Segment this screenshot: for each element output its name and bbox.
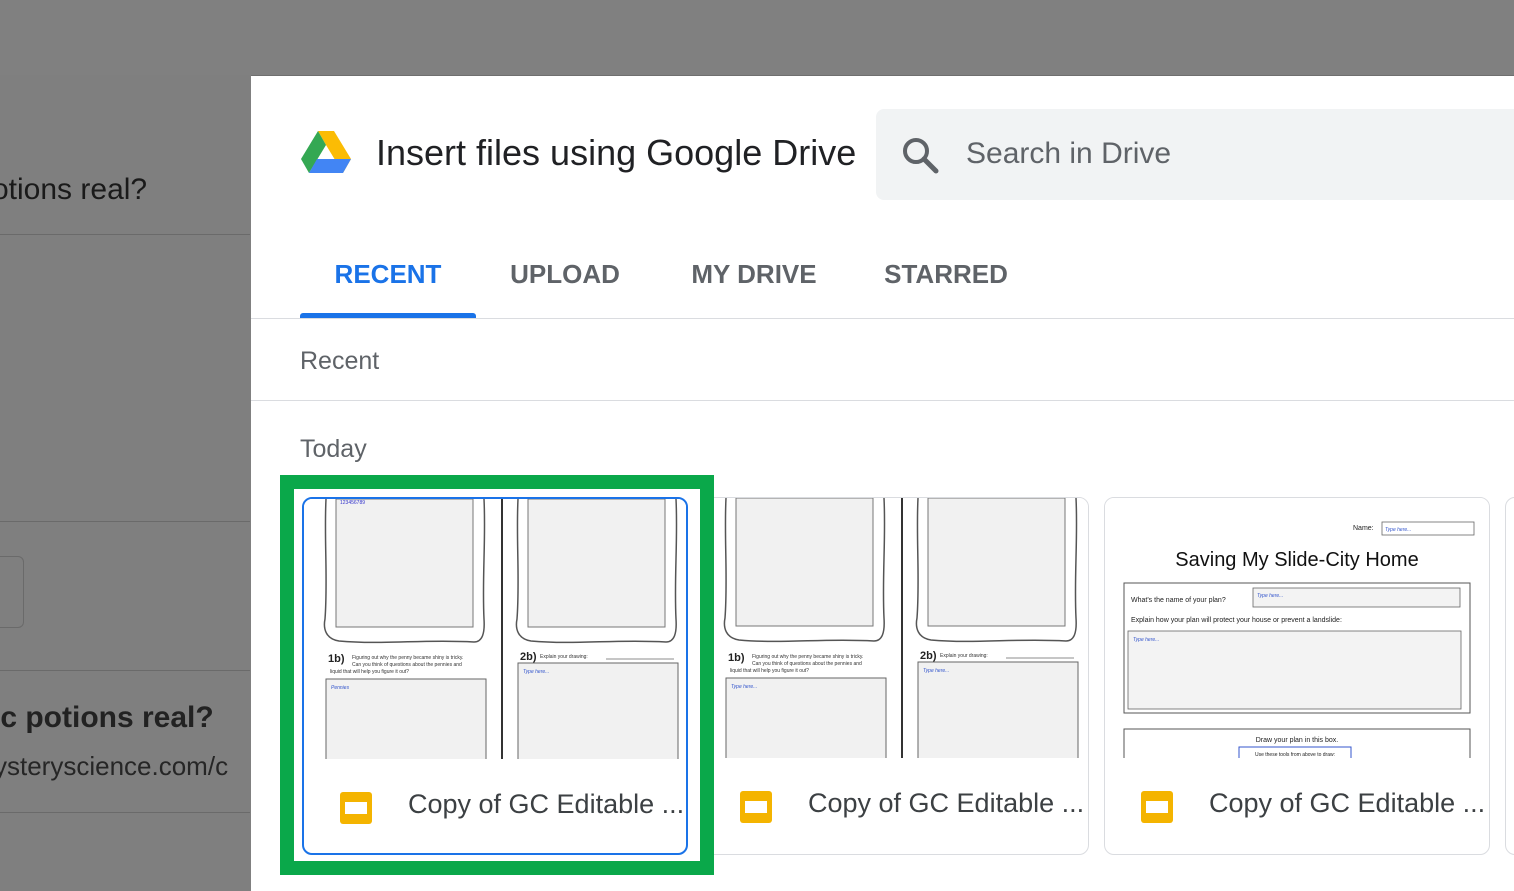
background-url: ysteryscience.com/c [0, 751, 229, 781]
file-card-3[interactable]: Name: Type here... Saving My Slide-City … [1104, 497, 1490, 855]
file-name: Copy of GC Editable ... [1209, 788, 1486, 818]
tab-upload[interactable]: UPLOAD [476, 246, 654, 318]
thumb-q1-line-2: Can you think of questions about the pen… [352, 662, 462, 668]
drive-picker-dialog: Insert files using Google Drive RECENT U… [251, 75, 1514, 891]
google-slides-icon [340, 792, 372, 824]
tabs-divider [251, 318, 1514, 319]
tab-starred[interactable]: STARRED [854, 246, 1038, 318]
search-icon[interactable] [900, 135, 940, 175]
thumb-q1-line-1: Figuring out why the penny became shiny … [352, 655, 463, 661]
thumb-q1-number: 1b) [728, 652, 745, 664]
worksheet-preview: 1b) Figuring out why the penny became sh… [723, 498, 1079, 758]
thumb-name-label: Name: [1353, 525, 1374, 532]
thumb-box-1-text: Type here... [731, 684, 757, 690]
worksheet-preview: 123456789 1b) Figuring out why the penny… [323, 499, 679, 759]
thumb-box-2-text: Type here... [923, 668, 949, 674]
search-box[interactable] [876, 109, 1514, 200]
file-card-partial[interactable] [1505, 497, 1514, 855]
thumb-explain-question: Explain how your plan will protect your … [1131, 617, 1342, 624]
thumb-q1-number: 1b) [328, 653, 345, 665]
file-card-1[interactable]: 123456789 1b) Figuring out why the penny… [302, 497, 688, 855]
background-divider [0, 234, 250, 235]
section-title: Recent [300, 347, 380, 375]
google-slides-icon [740, 791, 772, 823]
background-divider [0, 670, 250, 671]
google-drive-icon [301, 131, 351, 173]
file-card-footer: Copy of GC Editable ... [304, 759, 686, 853]
file-name: Copy of GC Editable ... [808, 788, 1085, 818]
background-page: otions real? ic potions real? ysteryscie… [0, 75, 250, 890]
background-field [0, 556, 24, 628]
file-thumbnail: 1b) Figuring out why the penny became sh… [704, 498, 1088, 758]
thumb-plan-value: Type here... [1257, 593, 1283, 599]
thumb-plan-question: What's the name of your plan? [1131, 597, 1226, 604]
thumb-q2-number: 2b) [920, 650, 937, 662]
file-thumbnail: 123456789 1b) Figuring out why the penny… [304, 499, 686, 759]
background-question-2: ic potions real? [0, 701, 214, 734]
file-card-footer: Copy of GC Editable ... [1105, 758, 1489, 854]
thumb-q2-number: 2b) [520, 651, 537, 663]
search-input[interactable] [966, 131, 1506, 177]
file-card-2[interactable]: 1b) Figuring out why the penny became sh… [703, 497, 1089, 855]
group-title-today: Today [300, 435, 367, 463]
section-divider [251, 400, 1514, 401]
background-divider [0, 521, 250, 522]
thumb-q1-line-1: Figuring out why the penny became shiny … [752, 654, 863, 660]
thumb-box-2-text: Type here... [523, 669, 549, 675]
thumb-heading: Saving My Slide-City Home [1175, 549, 1418, 571]
thumb-draw-label: Draw your plan in this box. [1256, 737, 1339, 744]
thumb-q1-line-3: liquid that will help you figure it out? [730, 668, 809, 674]
file-card-footer: Copy of GC Editable ... [704, 758, 1088, 854]
background-divider [0, 812, 250, 813]
thumb-name-value: Type here... [1385, 527, 1411, 533]
worksheet-preview: Name: Type here... Saving My Slide-City … [1123, 521, 1475, 758]
google-slides-icon [1141, 791, 1173, 823]
tab-my-drive[interactable]: MY DRIVE [654, 246, 854, 318]
file-thumbnail: Name: Type here... Saving My Slide-City … [1105, 498, 1489, 758]
thumb-box-1-text: Pennies [331, 685, 350, 691]
thumb-id-text: 123456789 [340, 500, 365, 506]
tab-recent[interactable]: RECENT [300, 246, 476, 318]
thumb-q1-line-3: liquid that will help you figure it out? [330, 669, 409, 675]
thumb-q2-text: Explain your drawing: [940, 653, 988, 659]
thumb-q2-text: Explain your drawing: [540, 654, 588, 660]
thumb-q1-line-2: Can you think of questions about the pen… [752, 661, 862, 667]
dialog-title: Insert files using Google Drive [376, 132, 857, 173]
thumb-explain-value: Type here... [1133, 637, 1159, 643]
background-question-1: otions real? [0, 173, 148, 206]
file-name: Copy of GC Editable ... [408, 789, 685, 819]
